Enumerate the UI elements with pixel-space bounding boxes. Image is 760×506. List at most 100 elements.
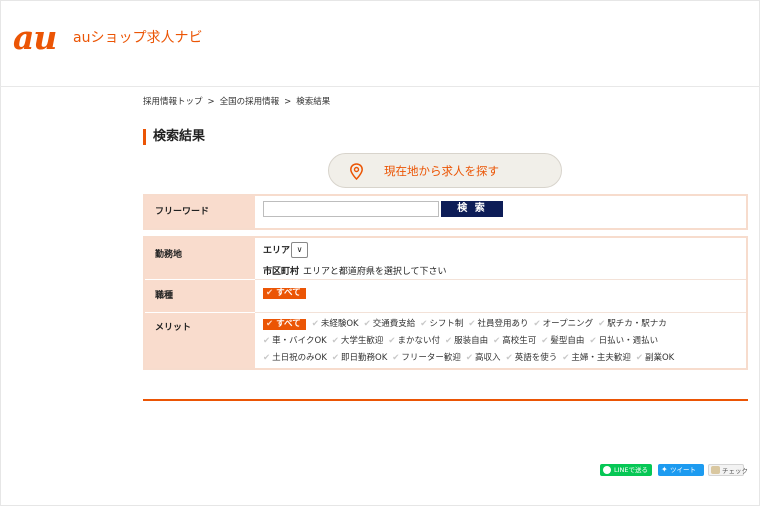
tweet-button[interactable]: ✦ ツイート xyxy=(658,464,704,476)
merit-option-label: 主婦・主夫歓迎 xyxy=(571,353,631,363)
merit-option-label: まかない付 xyxy=(397,336,441,346)
merit-option[interactable]: ✔ 未経験OK xyxy=(312,319,359,329)
check-icon: ✔ xyxy=(541,336,549,346)
page-title: 検索結果 xyxy=(143,129,205,145)
check-icon: ✔ xyxy=(562,353,570,363)
check-icon: ✔ xyxy=(445,336,453,346)
merit-option[interactable]: ✔ シフト制 xyxy=(420,319,463,329)
section-divider xyxy=(143,399,748,401)
check-icon: ✔ xyxy=(266,288,274,298)
job-type-cell: ✔ すべて xyxy=(255,280,746,312)
merit-option[interactable]: ✔ 駅チカ・駅ナカ xyxy=(598,319,667,329)
merit-option-label: 髪型自由 xyxy=(550,336,585,346)
merit-option-label: 未経験OK xyxy=(320,319,359,329)
merit-option-label: 副業OK xyxy=(644,353,675,363)
merit-option[interactable]: ✔ 日払い・週払い xyxy=(589,336,658,346)
merit-option[interactable]: ✔ 副業OK xyxy=(636,353,674,363)
merit-option[interactable]: ✔ 服装自由 xyxy=(445,336,488,346)
current-location-label: 現在地から求人を探す xyxy=(384,164,499,178)
merit-option-label: 即日勤務OK xyxy=(341,353,388,363)
merit-option[interactable]: ✔ オープニング xyxy=(534,319,594,329)
merit-option[interactable]: ✔ 大学生歓迎 xyxy=(332,336,384,346)
breadcrumb-separator: > xyxy=(207,97,215,107)
merit-option-label: 土日祝のみOK xyxy=(272,353,327,363)
merit-row-1: ✔ すべて ✔ 未経験OK ✔ 交通費支給 ✔ シフト制 ✔ 社員登用あり ✔ オープニング ✔ 駅チカ・… xyxy=(263,319,672,330)
city-hint: エリアと都道府県を選択して下さい xyxy=(303,267,447,277)
job-type-header: 職種 xyxy=(145,280,255,312)
area-select[interactable]: ∨ xyxy=(291,242,308,258)
hatena-check-button[interactable]: チェック xyxy=(708,464,748,476)
filter-table: 勤務地 エリア ∨ 市区町村 エリアと都道府県を選択して下さい 職種 ✔ すべて … xyxy=(143,236,748,370)
freeword-header: フリーワード xyxy=(145,196,255,228)
merit-option-label: 高校生可 xyxy=(502,336,537,346)
merit-option-label: 社員登用あり xyxy=(477,319,529,329)
merit-option[interactable]: ✔ 高校生可 xyxy=(493,336,536,346)
merit-option-label: 高収入 xyxy=(475,353,501,363)
merit-cell: ✔ すべて ✔ 未経験OK ✔ 交通費支給 ✔ シフト制 ✔ 社員登用あり ✔ オープニング ✔ 駅チカ・… xyxy=(255,313,746,368)
area-label: エリア xyxy=(263,246,291,256)
site-header: au auショップ求人ナビ xyxy=(0,0,760,87)
check-icon: ✔ xyxy=(392,353,400,363)
work-location-header: 勤務地 xyxy=(145,238,255,279)
merit-header: メリット xyxy=(145,313,255,368)
merit-row-2: ✔ 車・バイクOK ✔ 大学生歓迎 ✔ まかない付 ✔ 服装自由 ✔ 高校生可 ✔ 髪型自由 ✔ 日払い・… xyxy=(263,336,663,347)
au-logo[interactable]: au xyxy=(13,21,57,54)
check-icon: ✔ xyxy=(533,319,541,329)
breadcrumb-item-national[interactable]: 全国の採用情報 xyxy=(220,97,280,107)
breadcrumb-item-current: 検索結果 xyxy=(296,97,331,107)
breadcrumb: 採用情報トップ > 全国の採用情報 > 検索結果 xyxy=(143,96,330,108)
search-button[interactable]: 検 索 xyxy=(441,201,503,217)
merit-option[interactable]: ✔ フリーター歓迎 xyxy=(392,353,461,363)
check-icon: ✔ xyxy=(331,336,339,346)
merit-option-label: 英語を使う xyxy=(514,353,558,363)
breadcrumb-item-top[interactable]: 採用情報トップ xyxy=(143,97,203,107)
check-icon: ✔ xyxy=(635,353,643,363)
merit-option-label: 大学生歓迎 xyxy=(340,336,384,346)
merit-option-label: オープニング xyxy=(542,319,594,329)
chip-label: すべて xyxy=(276,319,301,329)
line-share-button[interactable]: LINEで送る xyxy=(600,464,652,476)
hatena-label: チェック xyxy=(722,467,748,475)
check-icon: ✔ xyxy=(263,353,271,363)
freeword-table: フリーワード 検 索 xyxy=(143,194,748,230)
merit-option-label: 駅チカ・駅ナカ xyxy=(607,319,667,329)
merit-option[interactable]: ✔ 社員登用あり xyxy=(468,319,528,329)
check-icon: ✔ xyxy=(589,336,597,346)
check-icon: ✔ xyxy=(263,336,271,346)
breadcrumb-separator: > xyxy=(284,97,292,107)
freeword-cell: 検 索 xyxy=(255,196,746,228)
merit-option[interactable]: ✔ 土日祝のみOK xyxy=(263,353,327,363)
merit-option-label: 日払い・週払い xyxy=(598,336,659,346)
merit-option[interactable]: ✔ まかない付 xyxy=(388,336,440,346)
check-icon: ✔ xyxy=(493,336,501,346)
check-icon: ✔ xyxy=(311,319,319,329)
merit-all-chip[interactable]: ✔ すべて xyxy=(263,319,306,330)
site-name[interactable]: auショップ求人ナビ xyxy=(73,31,202,45)
merit-option[interactable]: ✔ 即日勤務OK xyxy=(332,353,387,363)
merit-option[interactable]: ✔ 英語を使う xyxy=(506,353,558,363)
merit-option[interactable]: ✔ 車・バイクOK xyxy=(263,336,327,346)
merit-option-label: フリーター歓迎 xyxy=(401,353,461,363)
check-icon: ✔ xyxy=(465,353,474,363)
merit-option[interactable]: ✔ 髪型自由 xyxy=(541,336,584,346)
merit-option[interactable]: ✔ 交通費支給 xyxy=(364,319,416,329)
merit-option[interactable]: ✔ 高収入 xyxy=(466,353,501,363)
check-icon: ✔ xyxy=(331,353,340,363)
chevron-down-icon: ∨ xyxy=(296,245,303,254)
line-icon xyxy=(603,466,611,474)
freeword-input[interactable] xyxy=(263,201,439,217)
check-icon: ✔ xyxy=(505,353,513,363)
merit-option[interactable]: ✔ 主婦・主夫歓迎 xyxy=(562,353,631,363)
check-icon: ✔ xyxy=(468,319,476,329)
merit-row-3: ✔ 土日祝のみOK ✔ 即日勤務OK ✔ フリーター歓迎 ✔ 高収入 ✔ 英語を使う ✔ 主婦・主夫歓… xyxy=(263,353,679,364)
merit-option-label: シフト制 xyxy=(429,319,464,329)
twitter-bird-icon: ✦ xyxy=(661,465,668,474)
map-pin-icon xyxy=(350,163,363,180)
tweet-label: ツイート xyxy=(670,466,696,474)
job-type-all-chip[interactable]: ✔ すべて xyxy=(263,288,306,299)
work-location-cell: エリア ∨ 市区町村 エリアと都道府県を選択して下さい xyxy=(255,238,746,279)
current-location-search-button[interactable]: 現在地から求人を探す xyxy=(328,153,562,188)
chip-label: すべて xyxy=(276,288,301,298)
merit-option-label: 交通費支給 xyxy=(372,319,416,329)
hatena-icon xyxy=(711,466,720,474)
